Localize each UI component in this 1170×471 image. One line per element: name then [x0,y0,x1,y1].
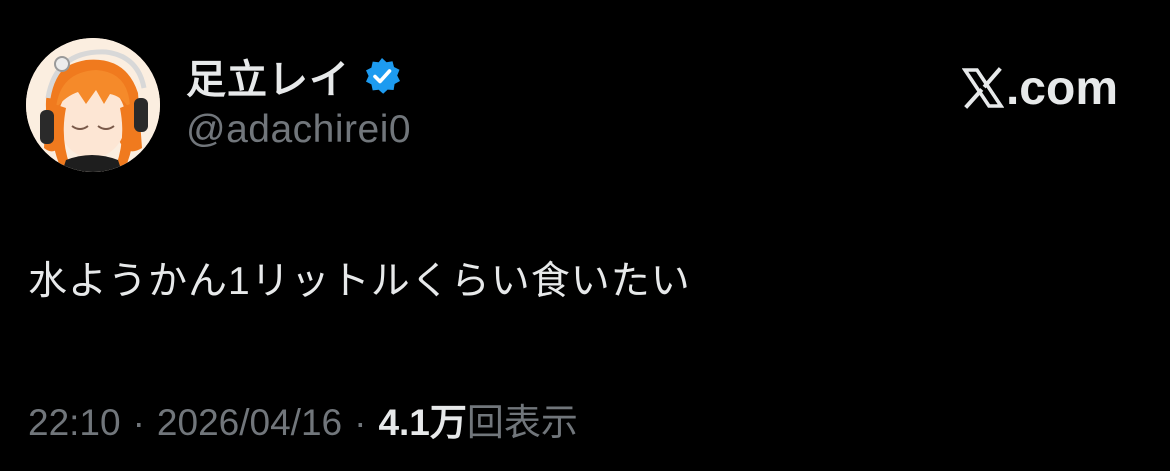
verified-badge-icon [366,58,400,94]
avatar-icon [26,38,160,172]
views-count[interactable]: 4.1万 [378,392,466,446]
tweet-meta: 22:10 · 2026/04/16 · 4.1万 回表示 [28,392,578,446]
author-name-row[interactable]: 足立レイ [186,50,402,102]
avatar[interactable] [26,38,160,172]
views-label: 回表示 [466,402,578,443]
site-brand[interactable]: .com [961,58,1118,118]
meta-separator: · [354,402,367,443]
author-handle[interactable]: @adachirei0 [186,108,411,152]
tweet-time[interactable]: 22:10 [28,402,121,444]
site-domain-label: .com [1005,61,1118,115]
tweet-card: 足立レイ @adachirei0 .com 水ようかん1リットルくらい食いたい … [0,0,1170,471]
x-logo-icon [961,67,1004,109]
meta-separator: · [132,402,145,443]
author-display-name[interactable]: 足立レイ [186,47,350,105]
tweet-date[interactable]: 2026/04/16 [157,402,342,444]
tweet-text: 水ようかん1リットルくらい食いたい [28,260,691,303]
